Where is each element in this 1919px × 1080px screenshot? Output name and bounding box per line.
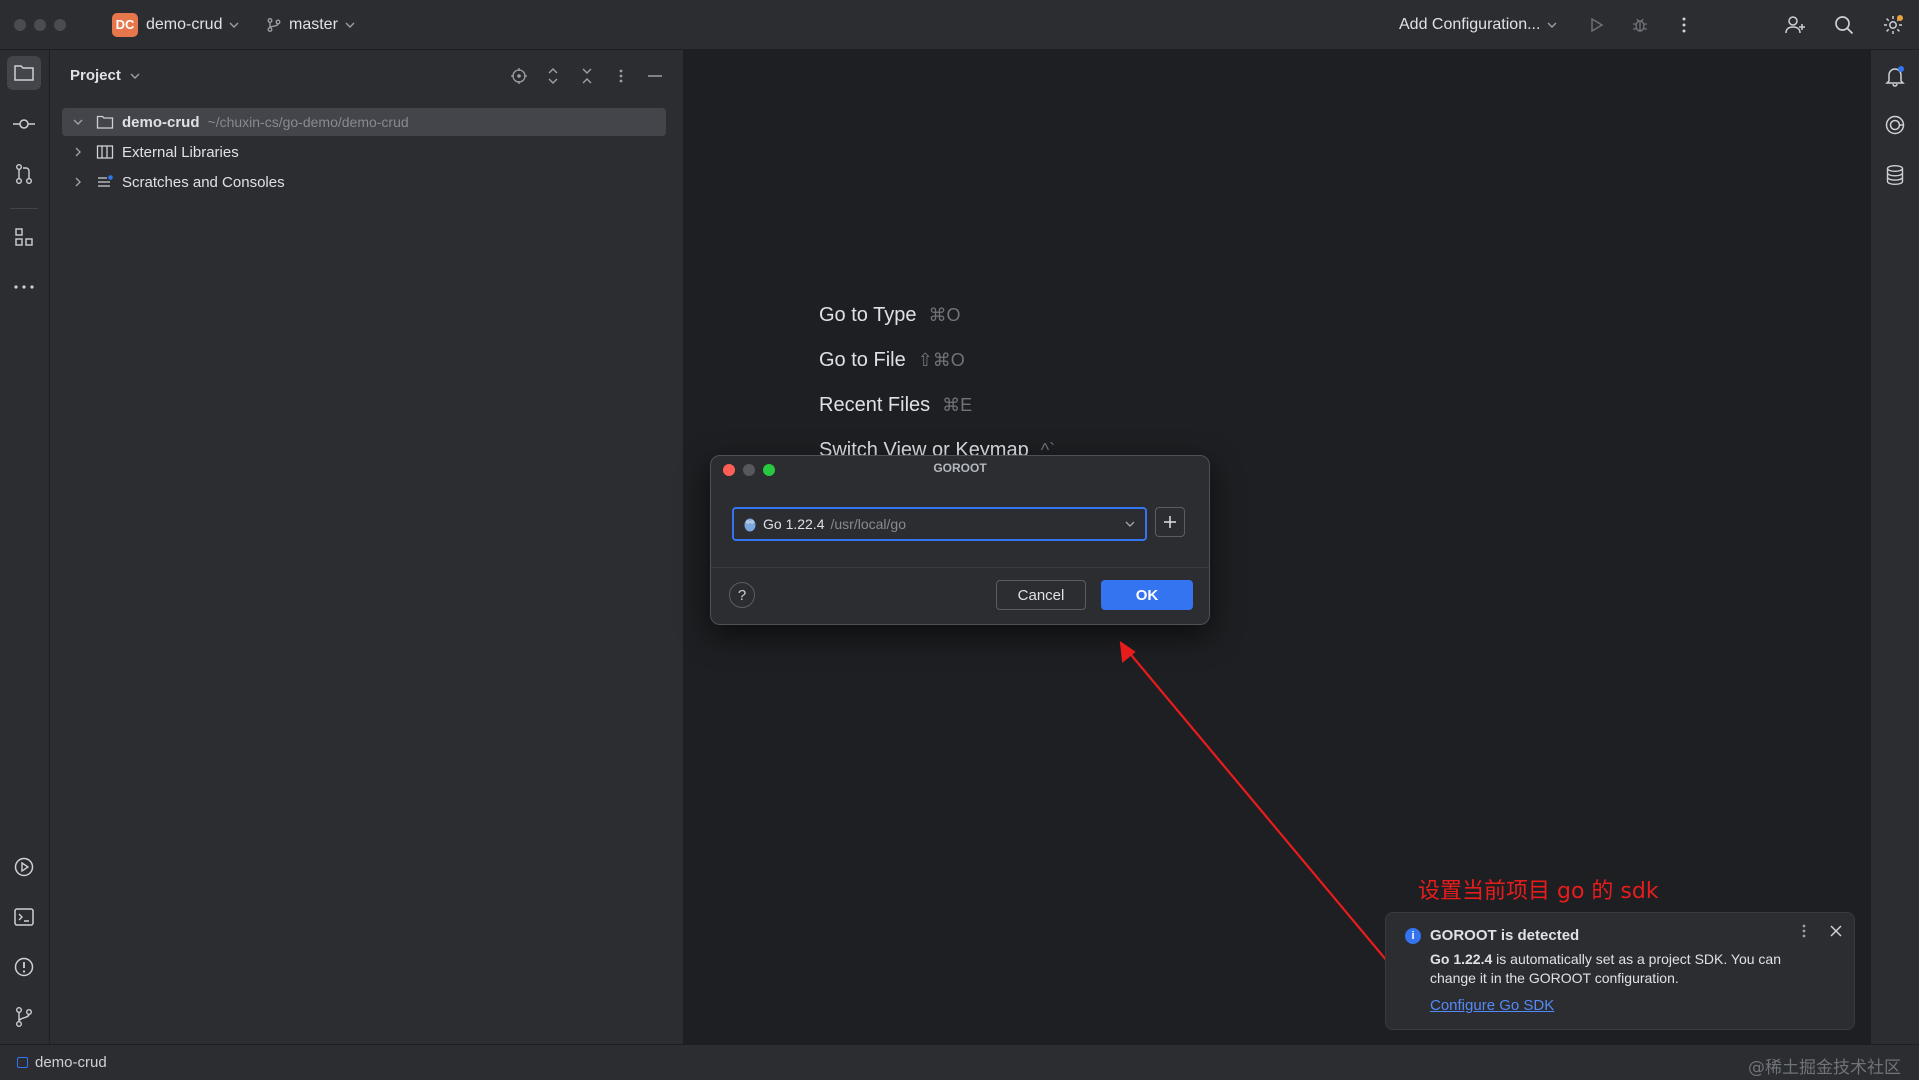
hint-shortcut: ⌘O	[928, 305, 961, 325]
more-tool-windows-icon[interactable]	[7, 270, 41, 304]
services-icon[interactable]	[7, 850, 41, 884]
status-project-name: demo-crud	[35, 1054, 107, 1071]
search-icon[interactable]	[1831, 12, 1857, 38]
module-icon	[17, 1057, 28, 1068]
goroot-dialog: GOROOT Go 1.22.4 /usr/local/go ? Cancel …	[710, 455, 1210, 625]
sdk-name: Go 1.22.4	[763, 516, 825, 532]
goroot-notification: i GOROOT is detected Go 1.22.4 is automa…	[1385, 912, 1855, 1030]
problems-icon[interactable]	[7, 950, 41, 984]
ai-assistant-icon[interactable]	[1879, 109, 1911, 141]
git-icon[interactable]	[7, 1000, 41, 1034]
branch-selector[interactable]: master	[266, 0, 356, 49]
project-tool-icon[interactable]	[7, 56, 41, 90]
chevron-right-icon[interactable]	[68, 146, 88, 158]
git-branch-icon	[266, 17, 282, 33]
terminal-icon[interactable]	[7, 900, 41, 934]
project-selector[interactable]: DC demo-crud	[112, 0, 240, 49]
right-tool-strip	[1870, 50, 1919, 1044]
notification-more-icon[interactable]	[1794, 921, 1814, 941]
hint-go-to-file[interactable]: Go to File ⇧⌘O	[819, 349, 965, 372]
cancel-button[interactable]: Cancel	[996, 580, 1086, 610]
chevron-down-icon	[129, 70, 141, 82]
go-gopher-icon	[743, 516, 757, 532]
dialog-separator	[711, 567, 1209, 568]
hint-recent-files[interactable]: Recent Files ⌘E	[819, 394, 972, 417]
tree-item-label: External Libraries	[122, 143, 239, 161]
window-close-dot[interactable]	[14, 19, 26, 31]
commit-icon[interactable]	[7, 107, 41, 141]
scratches-icon	[94, 174, 116, 190]
project-panel-title: Project	[70, 67, 121, 84]
chevron-down-icon	[1546, 19, 1558, 31]
hint-shortcut: ⌘E	[942, 395, 973, 415]
tree-item-path: ~/chuxin-cs/go-demo/demo-crud	[207, 114, 409, 130]
chevron-down-icon	[344, 19, 356, 31]
run-configuration-label: Add Configuration...	[1399, 15, 1541, 33]
options-menu-icon[interactable]	[609, 64, 633, 88]
project-name: demo-crud	[146, 15, 223, 33]
toolbar-separator	[10, 208, 38, 209]
run-icon[interactable]	[1583, 12, 1609, 38]
chevron-right-icon[interactable]	[68, 176, 88, 188]
branch-name: master	[289, 15, 338, 33]
chevron-down-icon[interactable]	[68, 116, 88, 128]
locate-file-icon[interactable]	[507, 64, 531, 88]
project-panel-header: Project	[50, 50, 683, 102]
tree-item-demo-crud[interactable]: demo-crud ~/chuxin-cs/go-demo/demo-crud	[62, 108, 666, 136]
notification-body: Go 1.22.4 is automatically set as a proj…	[1430, 950, 1830, 988]
chevron-down-icon[interactable]	[1123, 517, 1137, 531]
help-button[interactable]: ?	[729, 582, 755, 608]
hint-label: Go to Type	[819, 304, 917, 326]
project-badge: DC	[112, 12, 138, 37]
hint-shortcut: ⇧⌘O	[917, 350, 965, 370]
title-bar: DC demo-crud master Add Configuration...	[0, 0, 1919, 50]
notifications-bell-icon[interactable]	[1879, 60, 1911, 92]
library-icon	[94, 144, 116, 160]
chevron-down-icon	[228, 19, 240, 31]
annotation-text: 设置当前项目 go 的 sdk	[1418, 879, 1659, 904]
database-icon[interactable]	[1879, 159, 1911, 191]
info-icon: i	[1405, 928, 1421, 944]
pull-requests-icon[interactable]	[7, 157, 41, 191]
notification-title: GOROOT is detected	[1430, 927, 1580, 944]
more-actions-icon[interactable]	[1671, 12, 1697, 38]
settings-gear-icon[interactable]	[1880, 12, 1906, 38]
status-project[interactable]: demo-crud	[17, 1054, 107, 1071]
debug-icon[interactable]	[1627, 12, 1653, 38]
run-configuration-selector[interactable]: Add Configuration...	[1399, 0, 1558, 49]
folder-icon	[94, 114, 116, 130]
collapse-all-icon[interactable]	[575, 64, 599, 88]
window-minimize-dot[interactable]	[34, 19, 46, 31]
configure-go-sdk-link[interactable]: Configure Go SDK	[1430, 997, 1554, 1014]
left-tool-strip	[0, 50, 50, 1044]
notification-sdk: Go 1.22.4	[1430, 951, 1493, 967]
tree-item-external-libraries[interactable]: External Libraries	[62, 138, 666, 166]
sdk-select[interactable]: Go 1.22.4 /usr/local/go	[732, 507, 1147, 541]
hint-go-to-type[interactable]: Go to Type ⌘O	[819, 304, 961, 327]
tree-item-label: demo-crud	[122, 113, 200, 131]
hint-label: Go to File	[819, 349, 906, 371]
watermark: @稀土掘金技术社区	[1748, 1058, 1901, 1078]
code-with-me-icon[interactable]	[1782, 12, 1808, 38]
hint-label: Recent Files	[819, 394, 931, 416]
structure-icon[interactable]	[7, 220, 41, 254]
plus-icon	[1162, 514, 1178, 530]
dialog-title: GOROOT	[933, 461, 987, 475]
window-zoom-dot[interactable]	[54, 19, 66, 31]
project-view-selector[interactable]: Project	[70, 67, 141, 84]
add-sdk-button[interactable]	[1155, 507, 1185, 537]
expand-all-icon[interactable]	[541, 64, 565, 88]
ok-button[interactable]: OK	[1101, 580, 1193, 610]
tree-item-label: Scratches and Consoles	[122, 173, 285, 191]
tree-item-scratches[interactable]: Scratches and Consoles	[62, 168, 666, 196]
project-tool-window: Project demo-crud ~/chuxin-cs/go-demo/de…	[50, 50, 684, 1044]
status-bar: demo-crud @稀土掘金技术社区	[0, 1044, 1919, 1080]
hide-panel-icon[interactable]	[643, 64, 667, 88]
sdk-path: /usr/local/go	[830, 516, 906, 532]
close-icon[interactable]	[1826, 921, 1846, 941]
